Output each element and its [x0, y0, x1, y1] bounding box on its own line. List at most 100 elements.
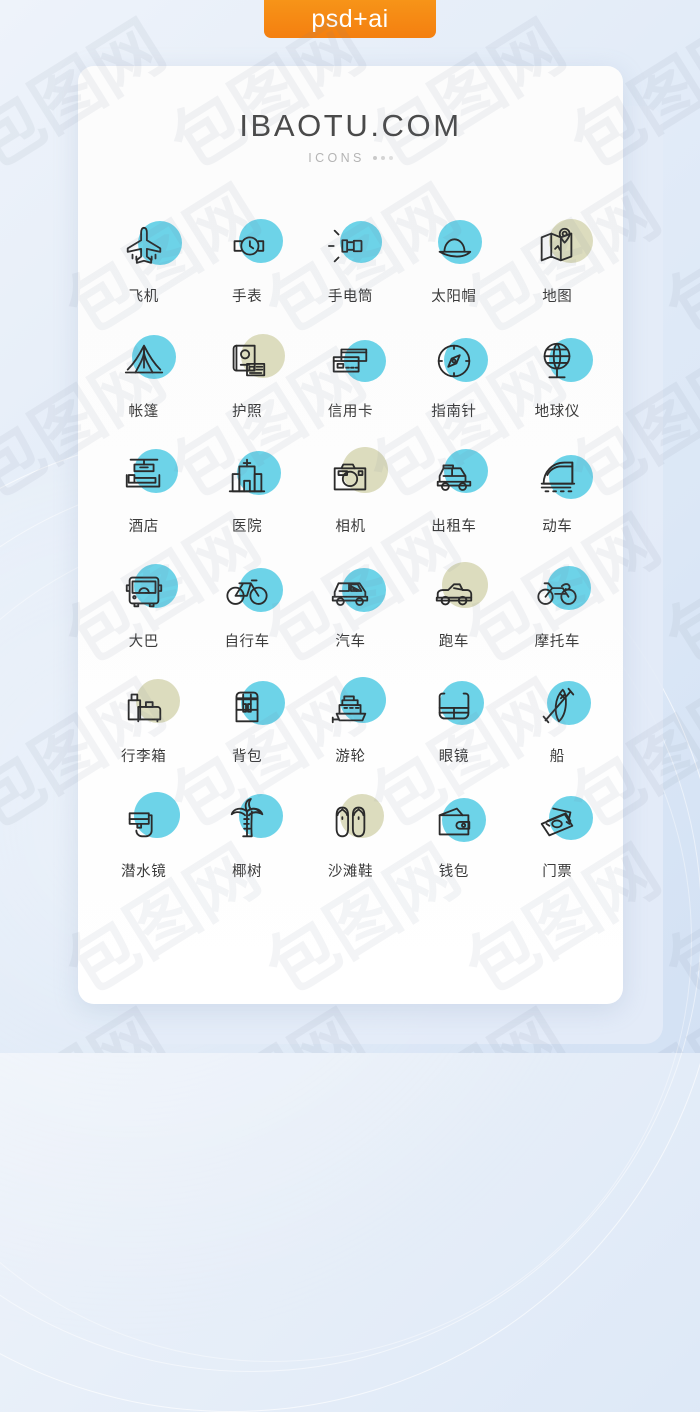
icon-label: 船 [549, 749, 565, 765]
tent-icon [121, 338, 167, 384]
icon-label: 地图 [542, 289, 573, 305]
icon-glyph [418, 445, 490, 507]
icon-cell-flip-flops[interactable]: 沙滩鞋 [299, 790, 402, 905]
icon-label: 大巴 [128, 634, 159, 650]
icon-cell-backpack[interactable]: 背包 [195, 675, 298, 790]
icon-glyph [211, 330, 286, 392]
passport-icon [224, 338, 270, 384]
backpack-icon [224, 683, 270, 729]
icon-label: 摩托车 [534, 634, 580, 650]
icon-label: 跑车 [438, 634, 469, 650]
taxi-icon [431, 453, 477, 499]
icon-cell-diving-mask[interactable]: 潜水镜 [92, 790, 195, 905]
bus-icon [121, 568, 167, 614]
icon-cell-hotel-bed[interactable]: 酒店 [92, 445, 195, 560]
icon-glyph [314, 675, 387, 737]
icon-glyph [314, 560, 387, 622]
icon-cell-palm-tree[interactable]: 椰树 [195, 790, 298, 905]
airplane-icon [121, 223, 167, 269]
icon-label: 信用卡 [327, 404, 374, 420]
icon-glyph [521, 445, 594, 507]
credit-card-icon [327, 338, 373, 384]
icon-cell-luggage[interactable]: 行李箱 [92, 675, 195, 790]
icon-glyph [314, 215, 386, 277]
icon-cell-tent[interactable]: 帐篷 [92, 330, 195, 445]
icon-cell-car[interactable]: 汽车 [299, 560, 402, 675]
icon-glyph [108, 445, 180, 507]
sports-car-icon [431, 568, 477, 614]
icon-label: 动车 [542, 519, 573, 535]
icon-glyph [314, 330, 387, 392]
icon-glyph [108, 560, 180, 622]
icon-label: 门票 [542, 864, 573, 880]
icon-label: 太阳帽 [431, 289, 477, 305]
icon-label: 潜水镜 [121, 864, 167, 880]
icon-cell-flashlight[interactable]: 手电筒 [299, 215, 402, 330]
wallet-icon [431, 798, 477, 844]
camera-icon [327, 453, 373, 499]
icon-cell-credit-card[interactable]: 信用卡 [299, 330, 402, 445]
icon-glyph [418, 675, 490, 737]
icon-cell-kayak[interactable]: 船 [506, 675, 609, 790]
icon-cell-cruise-ship[interactable]: 游轮 [299, 675, 402, 790]
bullet-train-icon [534, 453, 580, 499]
palm-tree-icon [224, 798, 270, 844]
card-subtitle: ICONS [78, 151, 623, 165]
icon-glyph [521, 330, 594, 392]
icon-cell-sun-hat[interactable]: 太阳帽 [402, 215, 505, 330]
sun-hat-icon [431, 223, 477, 269]
icon-glyph [314, 445, 389, 507]
icon-glyph [108, 675, 180, 737]
map-icon [534, 223, 580, 269]
luggage-icon [121, 683, 167, 729]
icon-label: 手电筒 [327, 289, 374, 305]
icon-cell-globe[interactable]: 地球仪 [506, 330, 609, 445]
icon-glyph [314, 790, 386, 852]
icon-cell-motorcycle[interactable]: 摩托车 [506, 560, 609, 675]
icon-glyph [418, 215, 490, 277]
icon-cell-bicycle[interactable]: 自行车 [195, 560, 298, 675]
icon-label: 汽车 [335, 634, 366, 650]
icon-glyph [108, 215, 182, 277]
flip-flops-icon [327, 798, 373, 844]
icon-label: 沙滩鞋 [327, 864, 374, 880]
icon-glyph [211, 445, 283, 507]
icon-cell-sports-car[interactable]: 跑车 [402, 560, 505, 675]
hospital-icon [224, 453, 270, 499]
psd-ai-badge: psd+ai [264, 0, 436, 38]
psd-ai-badge-label: psd+ai [311, 4, 389, 33]
compass-icon [431, 338, 477, 384]
icon-cell-passport[interactable]: 护照 [195, 330, 298, 445]
icon-label: 背包 [231, 749, 263, 765]
flashlight-icon [327, 223, 373, 269]
icon-cell-wallet[interactable]: 钱包 [402, 790, 505, 905]
icon-cell-bus[interactable]: 大巴 [92, 560, 195, 675]
icon-glyph [521, 790, 594, 852]
icon-cell-goggles[interactable]: 眼镜 [402, 675, 505, 790]
icon-label: 手表 [231, 289, 263, 305]
icon-cell-hospital[interactable]: 医院 [195, 445, 298, 560]
icon-label: 行李箱 [121, 749, 167, 765]
icon-cell-airplane[interactable]: 飞机 [92, 215, 195, 330]
car-icon [327, 568, 373, 614]
subtitle-dots-icon [372, 156, 393, 160]
watch-icon [224, 223, 270, 269]
cruise-ship-icon [327, 683, 373, 729]
icon-label: 眼镜 [438, 749, 469, 765]
icon-glyph [211, 560, 284, 622]
icon-glyph [418, 790, 490, 852]
icon-cell-ticket-money[interactable]: 门票 [506, 790, 609, 905]
icon-label: 相机 [335, 519, 366, 535]
icon-label: 游轮 [335, 749, 366, 765]
icon-label: 椰树 [231, 864, 263, 880]
icon-cell-compass[interactable]: 指南针 [402, 330, 505, 445]
icon-glyph [108, 330, 180, 392]
icon-cell-watch[interactable]: 手表 [195, 215, 298, 330]
icon-cell-bullet-train[interactable]: 动车 [506, 445, 609, 560]
icon-cell-taxi[interactable]: 出租车 [402, 445, 505, 560]
icon-glyph [418, 330, 490, 392]
icon-glyph [521, 215, 594, 277]
icon-cell-camera[interactable]: 相机 [299, 445, 402, 560]
brand-title: IBAOTU.COM [239, 108, 462, 143]
icon-cell-map[interactable]: 地图 [506, 215, 609, 330]
